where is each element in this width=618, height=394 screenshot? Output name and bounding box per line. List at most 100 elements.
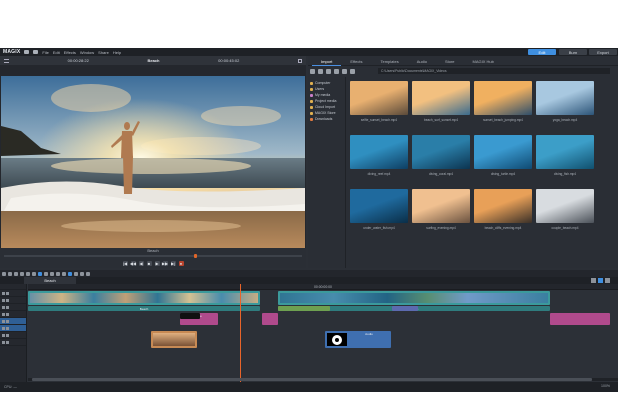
save-icon[interactable] (33, 50, 39, 54)
lock-icon[interactable] (6, 312, 9, 316)
media-thumbnail[interactable]: sunset_beach_jumping.mp4 (474, 81, 532, 125)
overlay-clip-2[interactable]: Audio (325, 331, 391, 348)
lock-icon[interactable] (6, 333, 9, 337)
mode-burn-button[interactable]: Burn (559, 49, 587, 55)
mute-icon[interactable] (2, 319, 5, 323)
mute-icon[interactable] (2, 333, 5, 337)
multicam-icon[interactable] (80, 271, 84, 276)
mute-icon[interactable] (2, 298, 5, 302)
menu-file[interactable]: File (42, 50, 48, 55)
timeline-scrollbar[interactable] (28, 378, 618, 381)
media-thumbnail[interactable]: under_water_fish.mp4 (350, 189, 408, 233)
stop-button[interactable]: ■ (146, 261, 152, 266)
media-thumbnail[interactable]: diving_reef.mp4 (350, 135, 408, 179)
audio-icon[interactable] (86, 271, 90, 276)
tab-templates[interactable]: Templates (372, 58, 408, 66)
playhead[interactable] (240, 284, 241, 382)
ripple-icon[interactable] (74, 271, 78, 276)
track-header-6[interactable] (0, 325, 26, 332)
group-icon[interactable] (56, 271, 60, 276)
media-thumbnail[interactable]: yoga_beach.mp4 (536, 81, 594, 125)
track-header-2[interactable] (0, 297, 26, 304)
preview-video-frame[interactable] (1, 76, 305, 248)
overlay-clip-1[interactable] (151, 331, 197, 348)
preview-scrubber[interactable] (4, 255, 302, 257)
record-button[interactable]: ● (178, 261, 184, 266)
grid-icon[interactable] (50, 271, 54, 276)
rewind-button[interactable]: ◀◀ (130, 261, 136, 266)
media-thumbnail[interactable]: couple_beach.mp4 (536, 189, 594, 233)
menu-effects[interactable]: Effects (64, 50, 76, 55)
video-clip-1[interactable] (28, 291, 260, 305)
mute-icon[interactable] (2, 305, 5, 309)
back-icon[interactable] (310, 69, 315, 74)
lock-icon[interactable] (6, 291, 9, 295)
hamburger-icon[interactable] (4, 58, 9, 63)
mute-icon[interactable] (2, 326, 5, 330)
scrollbar-thumb[interactable] (32, 378, 592, 381)
media-thumbnail[interactable]: beach_cliffs_evening.mp4 (474, 189, 532, 233)
effect-clip-blue[interactable] (392, 306, 418, 311)
tab-beach-sequence[interactable]: Beach (24, 277, 76, 284)
lock-icon[interactable] (6, 319, 9, 323)
redo-icon[interactable] (8, 271, 12, 276)
media-thumbnail[interactable]: beach_surf_sunset.mp4 (412, 81, 470, 125)
tab-import[interactable]: Import (312, 58, 342, 66)
zoom-level[interactable]: 100% (601, 384, 610, 388)
track-header-7[interactable] (0, 332, 26, 339)
track-header-3[interactable] (0, 304, 26, 311)
undo-icon[interactable] (2, 271, 6, 276)
play-button[interactable]: ▶ (154, 261, 160, 266)
menu-edit[interactable]: Edit (53, 50, 60, 55)
up-folder-icon[interactable] (326, 69, 331, 74)
menu-share[interactable]: Share (98, 50, 109, 55)
audio-clip-1[interactable]: Beach (28, 306, 260, 311)
track-header-4[interactable] (0, 311, 26, 318)
mouse-mode-icon[interactable] (38, 271, 42, 276)
sidebar-item-downloads[interactable]: Downloads (308, 116, 345, 122)
lock-icon[interactable] (6, 298, 9, 302)
delete-icon[interactable] (14, 271, 18, 276)
mode-export-button[interactable]: Export (589, 49, 617, 55)
forward-icon[interactable] (318, 69, 323, 74)
cut-icon[interactable] (32, 271, 36, 276)
menu-window[interactable]: Window (80, 50, 94, 55)
lock-icon[interactable] (6, 340, 9, 344)
mute-icon[interactable] (2, 312, 5, 316)
folder-icon[interactable] (24, 50, 30, 54)
mute-icon[interactable] (2, 291, 5, 295)
fast-forward-button[interactable]: ▶▶ (162, 261, 168, 266)
maximize-icon[interactable] (297, 58, 302, 63)
link-icon[interactable] (62, 271, 66, 276)
preview-scrubber-handle[interactable] (194, 254, 197, 258)
view-scene-icon[interactable] (605, 278, 610, 283)
tab-store[interactable]: Store (436, 58, 464, 66)
view-storyboard-icon[interactable] (591, 278, 596, 283)
menu-help[interactable]: Help (113, 50, 121, 55)
view-icon[interactable] (334, 69, 339, 74)
track-header-8[interactable] (0, 339, 26, 346)
media-thumbnail[interactable]: diving_coral.mp4 (412, 135, 470, 179)
track-header-5[interactable] (0, 318, 26, 325)
media-thumbnail[interactable]: surfing_evening.mp4 (412, 189, 470, 233)
media-thumbnail[interactable]: diving_fish.mp4 (536, 135, 594, 179)
effect-clip-green[interactable] (278, 306, 330, 311)
path-field[interactable]: C:\Users\Public\Documents\MAGIX_Videos (378, 68, 610, 74)
marker-icon[interactable] (26, 271, 30, 276)
media-thumbnail[interactable]: selfie_sunset_beach.mp4 (350, 81, 408, 125)
go-to-start-button[interactable]: |◀ (122, 261, 128, 266)
range-icon[interactable] (44, 271, 48, 276)
go-to-end-button[interactable]: ▶| (170, 261, 176, 266)
timeline-ruler[interactable]: 00:00:00:00 (28, 284, 618, 290)
lock-icon[interactable] (6, 305, 9, 309)
title-clip-3[interactable] (550, 313, 610, 325)
mute-icon[interactable] (2, 340, 5, 344)
menu-icon[interactable] (350, 69, 355, 74)
step-back-button[interactable]: ◀ (138, 261, 144, 266)
title-clip-2[interactable] (262, 313, 278, 325)
sort-icon[interactable] (342, 69, 347, 74)
snap-icon[interactable] (68, 271, 72, 276)
video-clip-2[interactable] (278, 291, 550, 305)
tab-audio[interactable]: Audio (408, 58, 436, 66)
tab-effects[interactable]: Effects (341, 58, 371, 66)
